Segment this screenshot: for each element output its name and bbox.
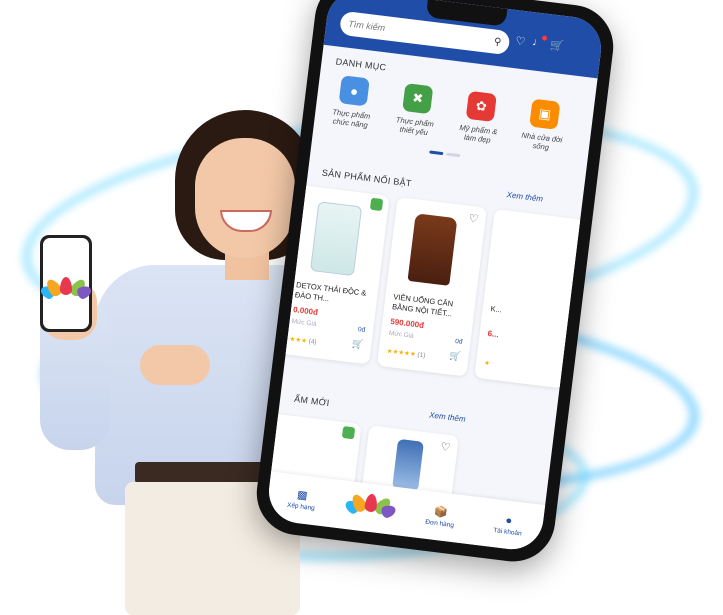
tab-account[interactable]: ● Tài khoản <box>493 513 524 537</box>
heart-icon[interactable]: ♡ <box>468 212 479 226</box>
cart-icon[interactable]: 🛒 <box>549 38 564 53</box>
product-old-price: Mức Giá <box>291 317 317 328</box>
category-label: Thực phẩm thiết yếu <box>395 115 435 138</box>
product-rating: ★★★★★ (1) <box>386 347 426 360</box>
rating-stars: ★ <box>483 359 491 368</box>
account-icon: ● <box>504 514 513 527</box>
featured-see-more-link[interactable]: Xem thêm <box>506 190 543 203</box>
tab-home-logo[interactable] <box>343 488 398 520</box>
product-discount: 0đ <box>357 326 366 334</box>
product-name: DETOX THẢI ĐỘC & ĐÀO TH... <box>294 280 367 304</box>
product-name: VIÊN UỐNG CÂN BẰNG NỘI TIẾT... <box>391 292 454 319</box>
verified-badge <box>341 425 356 440</box>
header-icons: ♡ ♩ 🛒 <box>515 34 565 53</box>
heart-icon[interactable]: ♡ <box>515 34 526 48</box>
product-price: 0.000đ <box>292 305 319 318</box>
product-name: K... <box>490 304 503 315</box>
new-products-see-more-link[interactable]: Xem thêm <box>429 410 466 423</box>
bell-icon[interactable]: ♩ <box>532 35 548 50</box>
food-icon: ✖ <box>402 83 434 115</box>
category-label: Nhà cửa đời sống <box>521 130 563 152</box>
carousel-dots <box>429 150 461 158</box>
new-products-title: ẨM MỚI <box>293 393 331 409</box>
product-card[interactable]: ♡ VIÊN UỐNG CÂN BẰNG NỘI TIẾT... 590.000… <box>376 196 487 377</box>
beauty-icon: ✿ <box>465 90 497 123</box>
add-to-cart-icon[interactable]: 🛒 <box>449 350 461 362</box>
search-placeholder: Tìm kiếm <box>347 18 386 34</box>
add-to-cart-icon[interactable]: 🛒 <box>351 338 364 350</box>
held-phone-screen <box>38 238 94 329</box>
rating-count: (4) <box>308 338 317 347</box>
held-phone <box>38 235 94 332</box>
product-rating: ★★★ (4) <box>289 335 317 346</box>
promo-scene: Tìm kiếm ⚲ ♡ ♩ 🛒 DANH MỤC ● Thực phẩm ch… <box>0 0 723 615</box>
product-discount: 0đ <box>454 338 463 346</box>
product-card[interactable]: K... 6... ★ <box>474 208 585 389</box>
tab-label: Tài khoản <box>492 526 523 538</box>
category-label: Mỹ phẩm & làm đẹp <box>459 122 498 145</box>
supplement-icon: ● <box>338 75 370 107</box>
category-item-food[interactable]: ✖ Thực phẩm thiết yếu <box>387 82 445 139</box>
heart-icon[interactable]: ♡ <box>440 440 451 454</box>
pointing-hand <box>140 345 210 385</box>
category-item-home[interactable]: ▣ Nhà cửa đời sống <box>514 97 572 154</box>
tab-orders[interactable]: 📦 Đơn hàng <box>425 504 456 529</box>
category-item-supplements[interactable]: ● Thực phẩm chức năng <box>324 74 382 131</box>
product-image <box>392 438 424 492</box>
category-list: ● Thực phẩm chức năng ✖ Thực phẩm thiết … <box>324 74 598 158</box>
product-rating: ★ <box>484 359 491 368</box>
product-old-price: Mức Giá <box>388 329 415 340</box>
product-card[interactable]: DETOX THẢI ĐỘC & ĐÀO TH... 0.000đ Mức Gi… <box>279 184 390 365</box>
rating-count: (1) <box>417 351 426 360</box>
lotus-logo-icon <box>38 273 94 300</box>
face <box>195 138 295 258</box>
product-price: 6... <box>487 328 500 340</box>
category-label: Thực phẩm chức năng <box>331 107 371 130</box>
home-icon: ▣ <box>529 98 561 130</box>
rating-stars: ★★★ <box>289 335 308 345</box>
tab-label: Đơn hàng <box>424 518 455 530</box>
app-screen: Tìm kiếm ⚲ ♡ ♩ 🛒 DANH MỤC ● Thực phẩm ch… <box>265 0 605 553</box>
tab-label: Xếp hạng <box>286 501 316 513</box>
product-image <box>309 201 363 277</box>
product-price: 590.000đ <box>389 316 425 331</box>
categories-title: DANH MỤC <box>335 56 387 73</box>
lotus-logo-icon <box>343 488 398 520</box>
verified-badge <box>369 197 384 212</box>
rating-stars: ★★★★★ <box>386 347 417 359</box>
ranking-icon: ▩ <box>296 488 309 503</box>
search-icon[interactable]: ⚲ <box>493 36 502 48</box>
tab-ranking[interactable]: ▩ Xếp hạng <box>287 487 317 512</box>
order-icon: 📦 <box>433 505 449 520</box>
belt <box>135 462 275 484</box>
category-item-beauty[interactable]: ✿ Mỹ phẩm & làm đẹp <box>451 89 509 146</box>
product-image <box>407 213 458 286</box>
featured-product-list: DETOX THẢI ĐỘC & ĐÀO TH... 0.000đ Mức Gi… <box>279 184 585 389</box>
featured-title: SẢN PHẨM NỔI BẬT <box>321 167 413 189</box>
